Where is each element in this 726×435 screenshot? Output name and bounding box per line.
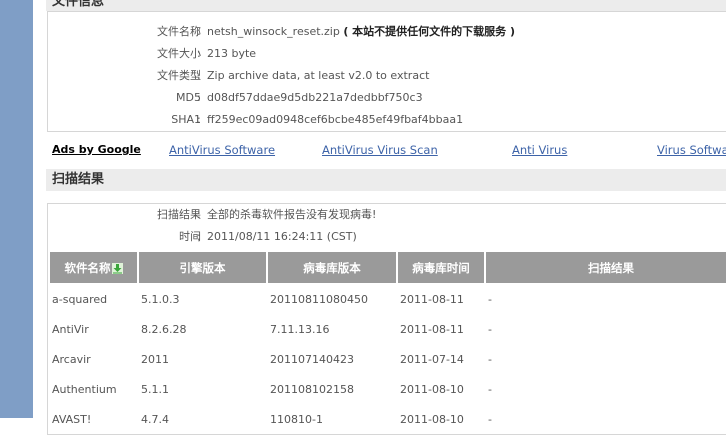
ads-bar: Ads by Google AntiVirus Software AntiVir… bbox=[46, 139, 726, 161]
cell-scan-result: - bbox=[488, 412, 492, 426]
file-type-label: 文件类型 bbox=[157, 69, 201, 82]
table-header-row: 软件名称 引擎版本 病毒库版本 病毒库时间 扫描结果 bbox=[50, 252, 726, 284]
ad-link-virus-software[interactable]: Virus Software bbox=[657, 139, 726, 161]
cell-software: Arcavir bbox=[52, 352, 91, 366]
cell-engine-version: 2011 bbox=[141, 352, 169, 366]
table-row: Authentium 5.1.1 201108102158 2011-08-10… bbox=[50, 374, 726, 404]
cell-engine-version: 8.2.6.28 bbox=[141, 322, 187, 336]
file-name-label: 文件名称 bbox=[157, 25, 201, 38]
file-size-row: 文件大小 : 213 byte bbox=[48, 43, 726, 65]
scan-time-row: 时间 : 2011/08/11 16:24:11 (CST) bbox=[48, 226, 726, 248]
file-name-value-wrap: netsh_winsock_reset.zip ( 本站不提供任何文件的下载服务… bbox=[207, 21, 515, 43]
file-type-value: Zip archive data, at least v2.0 to extra… bbox=[207, 69, 430, 82]
file-name-row: 文件名称 : netsh_winsock_reset.zip ( 本站不提供任何… bbox=[48, 21, 726, 43]
colon: : bbox=[197, 25, 201, 38]
cell-engine-version: 5.1.0.3 bbox=[141, 292, 180, 306]
file-info-box: 文件名称 : netsh_winsock_reset.zip ( 本站不提供任何… bbox=[47, 11, 726, 132]
file-type-row: 文件类型 : Zip archive data, at least v2.0 t… bbox=[48, 65, 726, 87]
cell-scan-result: - bbox=[488, 382, 492, 396]
file-info-section-title: 文件信息 bbox=[46, 0, 726, 11]
col-header-software[interactable]: 软件名称 bbox=[50, 252, 137, 284]
ads-by-google-link[interactable]: Ads by Google bbox=[52, 139, 141, 161]
file-info-title-text: 文件信息 bbox=[52, 0, 105, 9]
ad-link-anti-virus[interactable]: Anti Virus bbox=[512, 139, 567, 161]
table-row: AVAST! 4.7.4 110810-1 2011-08-10 - bbox=[50, 404, 726, 434]
file-size-label: 文件大小 bbox=[157, 47, 201, 60]
col-header-db-time[interactable]: 病毒库时间 bbox=[398, 252, 484, 284]
colon: : bbox=[197, 230, 201, 243]
md5-value: d08df57ddae9d5db221a7dedbbf750c3 bbox=[207, 91, 423, 104]
cell-db-version: 20110811080450 bbox=[270, 292, 368, 306]
scan-section-title: 扫描结果 bbox=[46, 169, 726, 191]
md5-row: MD5 : d08df57ddae9d5db221a7dedbbf750c3 bbox=[48, 87, 726, 109]
scan-time-value: 2011/08/11 16:24:11 (CST) bbox=[207, 230, 357, 243]
cell-scan-result: - bbox=[488, 292, 492, 306]
cell-software: AVAST! bbox=[52, 412, 92, 426]
scan-result-label: 扫描结果 bbox=[157, 208, 201, 221]
col-header-db-version[interactable]: 病毒库版本 bbox=[268, 252, 396, 284]
cell-db-version: 201107140423 bbox=[270, 352, 354, 366]
download-note: ( 本站不提供任何文件的下载服务 ) bbox=[343, 25, 516, 38]
scan-results-table: 软件名称 引擎版本 病毒库版本 病毒库时间 扫描结果 a-squared 5.1… bbox=[48, 252, 726, 434]
colon: : bbox=[197, 208, 201, 221]
cell-db-time: 2011-08-11 bbox=[400, 292, 464, 306]
colon: : bbox=[197, 47, 201, 60]
left-gap bbox=[33, 0, 41, 418]
table-row: AntiVir 8.2.6.28 7.11.13.16 2011-08-11 - bbox=[50, 314, 726, 344]
colon: : bbox=[197, 113, 201, 126]
sha1-value: ff259ec09ad0948cef6bcbe485ef49fbaf4bbaa1 bbox=[207, 113, 464, 126]
sha1-row: SHA1 : ff259ec09ad0948cef6bcbe485ef49fba… bbox=[48, 109, 726, 131]
cell-engine-version: 4.7.4 bbox=[141, 412, 169, 426]
colon: : bbox=[197, 91, 201, 104]
table-row: a-squared 5.1.0.3 20110811080450 2011-08… bbox=[50, 284, 726, 314]
cell-db-time: 2011-07-14 bbox=[400, 352, 464, 366]
cell-db-version: 201108102158 bbox=[270, 382, 354, 396]
cell-software: Authentium bbox=[52, 382, 117, 396]
colon: : bbox=[197, 69, 201, 82]
col-header-scan-result[interactable]: 扫描结果 bbox=[486, 252, 726, 284]
cell-db-time: 2011-08-10 bbox=[400, 382, 464, 396]
cell-db-version: 7.11.13.16 bbox=[270, 322, 330, 336]
file-size-value: 213 byte bbox=[207, 47, 257, 60]
col-header-engine-version[interactable]: 引擎版本 bbox=[139, 252, 266, 284]
ad-link-antivirus-software[interactable]: AntiVirus Software bbox=[169, 139, 275, 161]
scan-box: 扫描结果 : 全部的杀毒软件报告没有发现病毒! 时间 : 2011/08/11 … bbox=[47, 203, 726, 435]
cell-db-version: 110810-1 bbox=[270, 412, 323, 426]
cell-db-time: 2011-08-11 bbox=[400, 322, 464, 336]
col-header-software-text: 软件名称 bbox=[64, 260, 111, 275]
table-row: Arcavir 2011 201107140423 2011-07-14 - bbox=[50, 344, 726, 374]
scan-title-text: 扫描结果 bbox=[52, 172, 105, 187]
cell-scan-result: - bbox=[488, 352, 492, 366]
file-name-value: netsh_winsock_reset.zip bbox=[207, 25, 340, 38]
cell-engine-version: 5.1.1 bbox=[141, 382, 169, 396]
scan-result-row: 扫描结果 : 全部的杀毒软件报告没有发现病毒! bbox=[48, 204, 726, 226]
cell-software: a-squared bbox=[52, 292, 108, 306]
sort-down-arrow-icon[interactable] bbox=[111, 262, 123, 274]
cell-db-time: 2011-08-10 bbox=[400, 412, 464, 426]
scan-result-value: 全部的杀毒软件报告没有发现病毒! bbox=[207, 208, 377, 221]
main-content: 文件信息 文件名称 : netsh_winsock_reset.zip ( 本站… bbox=[41, 0, 726, 435]
cell-scan-result: - bbox=[488, 322, 492, 336]
ad-link-antivirus-virus-scan[interactable]: AntiVirus Virus Scan bbox=[322, 139, 438, 161]
cell-software: AntiVir bbox=[52, 322, 89, 336]
left-decor-strip bbox=[0, 0, 33, 418]
